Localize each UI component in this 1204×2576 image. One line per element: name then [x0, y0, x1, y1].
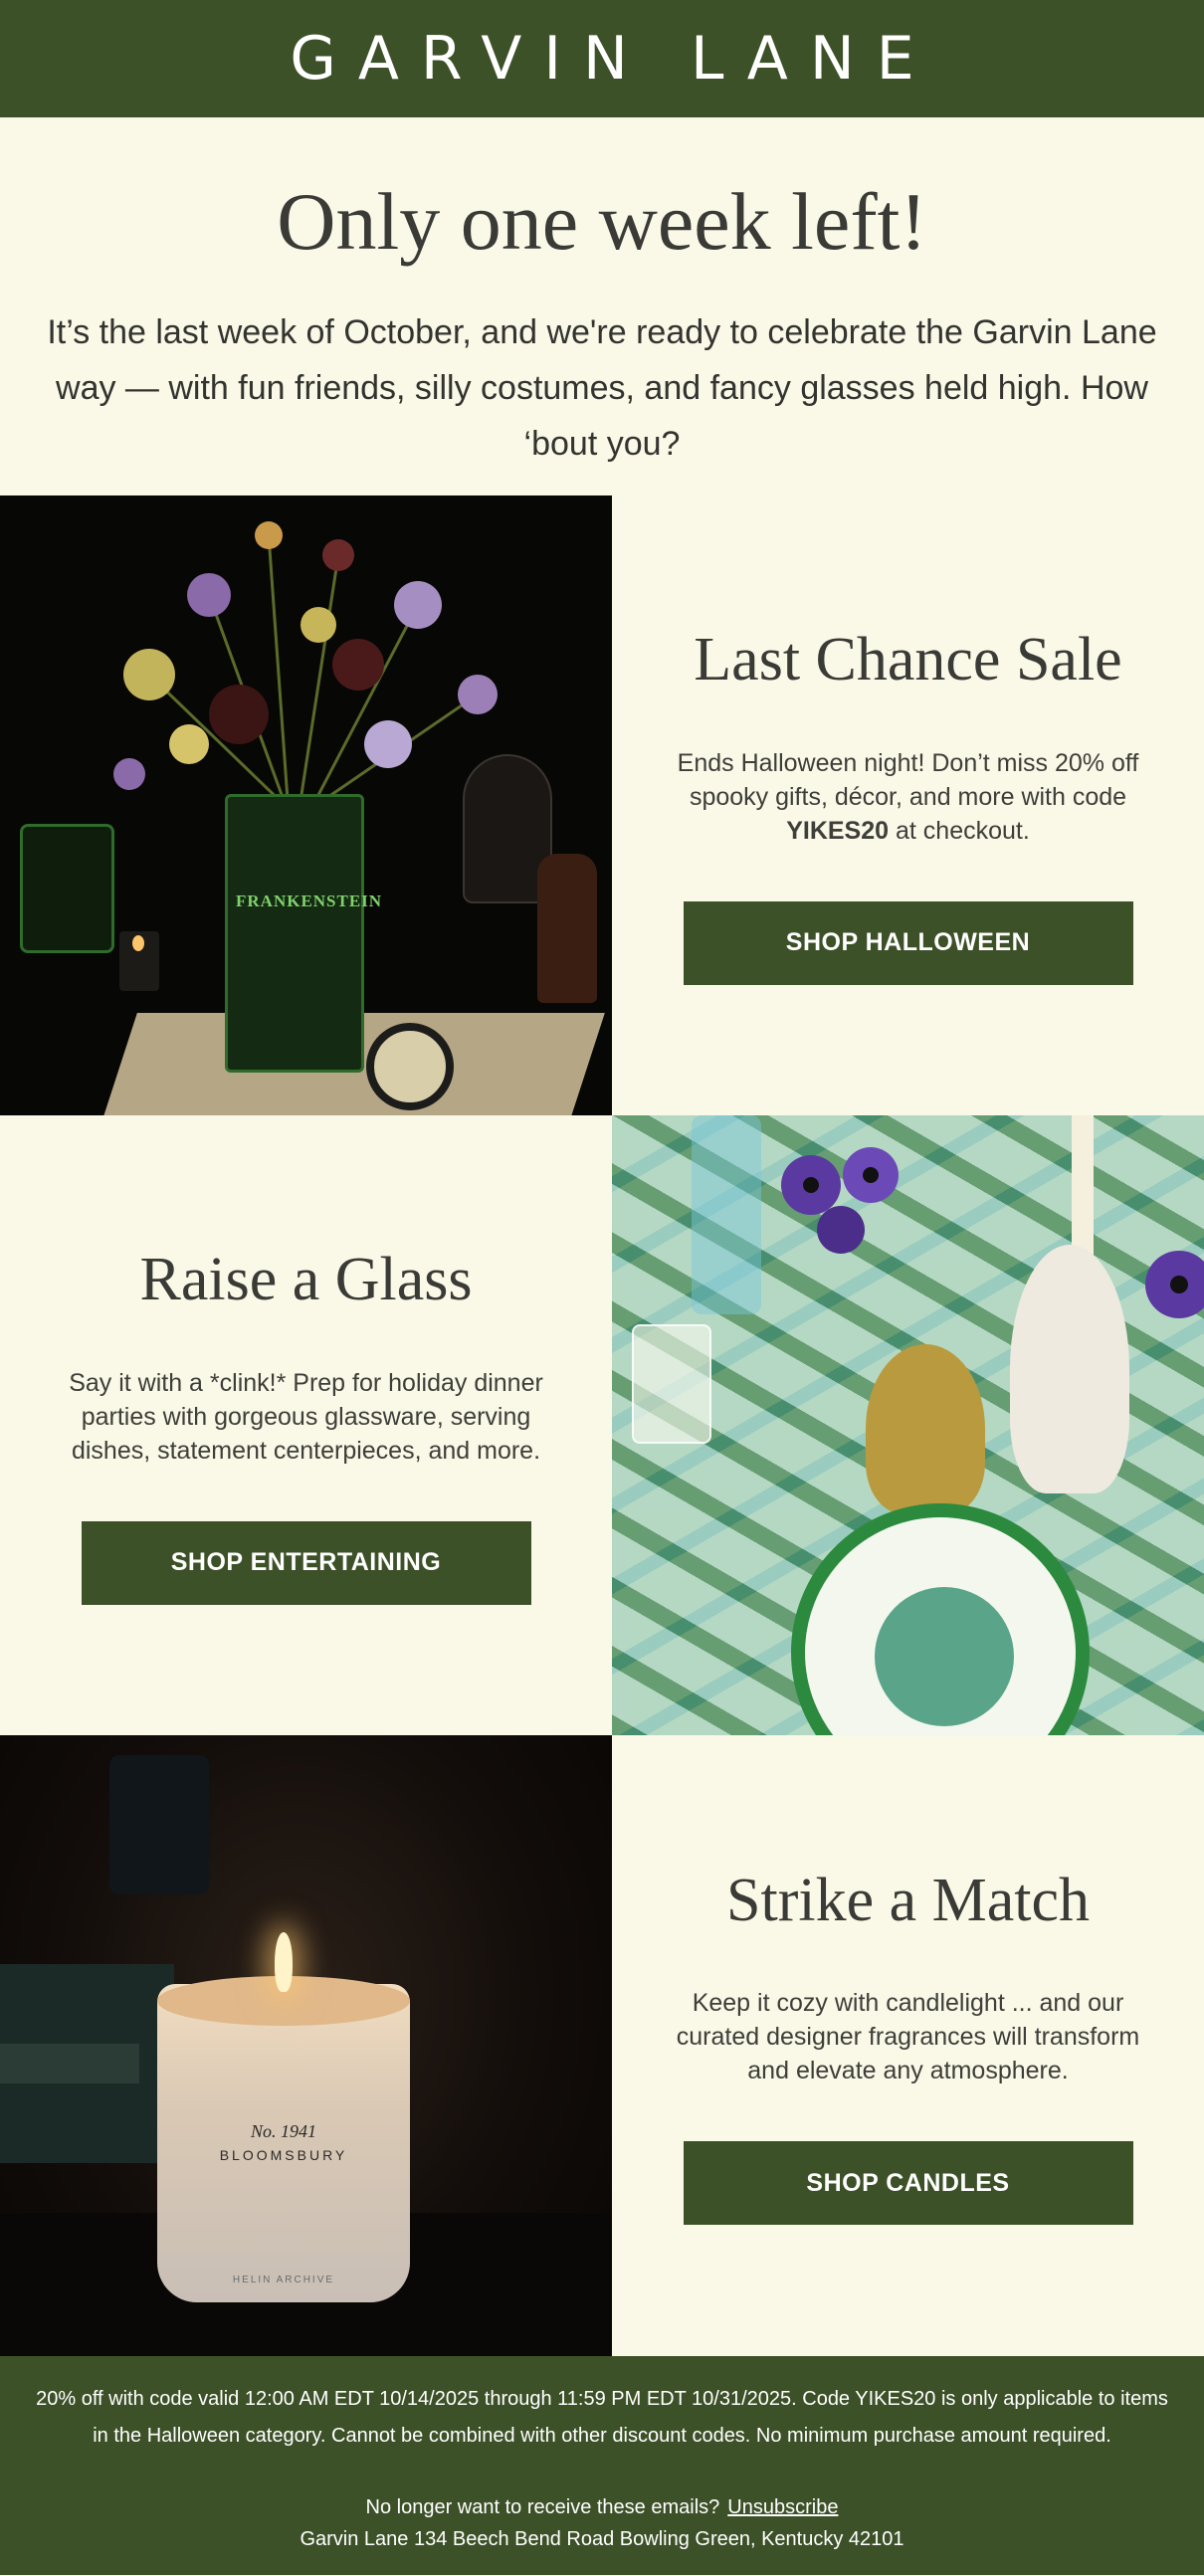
book-spine	[0, 2044, 139, 2083]
brand-logo[interactable]: GARVIN LANE	[268, 24, 935, 94]
email-header: GARVIN LANE	[0, 0, 1204, 117]
anemone-flower-icon	[1145, 1251, 1204, 1318]
white-bird-candleholder	[1010, 1245, 1129, 1493]
promo-code: YIKES20	[786, 816, 890, 845]
flower-bouquet-icon	[113, 521, 498, 814]
intro-section: Only one week left! It’s the last week o…	[0, 117, 1204, 495]
candle-jar	[157, 1984, 410, 2302]
table-setting-image[interactable]	[612, 1115, 1204, 1735]
candles-panel: Strike a Match Keep it cozy with candlel…	[612, 1735, 1204, 2356]
magnifying-glass-icon	[366, 1023, 454, 1110]
section-text: Ends Halloween night! Don’t miss 20% off…	[670, 746, 1147, 848]
candle-label-name: BLOOMSBURY	[219, 2147, 348, 2163]
section-candles: No. 1941 BLOOMSBURY HELIN ARCHIVE Strike…	[0, 1735, 1204, 2356]
shop-entertaining-button[interactable]: SHOP ENTERTAINING	[81, 1520, 531, 1605]
flame-icon	[132, 935, 144, 951]
gold-lion-figurine	[866, 1344, 985, 1513]
unsubscribe-link[interactable]: Unsubscribe	[727, 2496, 838, 2518]
section-text: Say it with a *clink!* Prep for holiday …	[69, 1368, 543, 1465]
promo-terms: 20% off with code valid 12:00 AM EDT 10/…	[36, 2388, 1168, 2447]
section-text-pre: Ends Halloween night! Don’t miss 20% off…	[677, 748, 1139, 811]
taper-candle	[1072, 1115, 1094, 1265]
candle-label-number: No. 1941	[250, 2121, 316, 2141]
section-text: Keep it cozy with candlelight ... and ou…	[676, 1989, 1140, 2085]
mailing-address: Garvin Lane 134 Beech Bend Road Bowling …	[300, 2528, 904, 2550]
unsubscribe-prompt: No longer want to receive these emails?	[365, 2496, 720, 2518]
section-text-post: at checkout.	[889, 816, 1030, 845]
frankenstein-still-life-image[interactable]: FRANKENSTEIN	[0, 495, 612, 1115]
section-title: Strike a Match	[725, 1866, 1090, 1934]
headline: Only one week left!	[277, 176, 927, 267]
shop-candles-button[interactable]: SHOP CANDLES	[683, 2141, 1133, 2226]
frankenstein-mug	[20, 824, 114, 953]
section-halloween: FRANKENSTEIN Last Chance Sale Ends Hallo…	[0, 495, 1204, 1115]
shop-halloween-button[interactable]: SHOP HALLOWEEN	[683, 900, 1133, 985]
section-entertaining: Raise a Glass Say it with a *clink!* Pre…	[0, 1115, 1204, 1735]
unsubscribe-line: No longer want to receive these emails? U…	[0, 2491, 1204, 2523]
blue-goblet	[692, 1115, 761, 1314]
glass-tumbler	[632, 1324, 711, 1444]
intro-text: It’s the last week of October, and we're…	[47, 313, 1157, 464]
candle-image[interactable]: No. 1941 BLOOMSBURY HELIN ARCHIVE	[0, 1735, 612, 2356]
section-title: Last Chance Sale	[694, 626, 1122, 694]
email-footer: 20% off with code valid 12:00 AM EDT 10/…	[0, 2356, 1204, 2575]
entertaining-panel: Raise a Glass Say it with a *clink!* Pre…	[0, 1115, 612, 1735]
amber-bottle	[537, 854, 597, 1003]
section-title: Raise a Glass	[139, 1246, 473, 1314]
candle-flame-icon	[275, 1932, 293, 1992]
frankenstein-vase: FRANKENSTEIN	[225, 794, 383, 1073]
anemone-flowers-icon	[781, 1147, 899, 1254]
candle-label-maker: HELIN ARCHIVE	[232, 2275, 335, 2285]
match-holder	[109, 1755, 209, 1894]
vase-label: FRANKENSTEIN	[236, 892, 383, 910]
halloween-panel: Last Chance Sale Ends Halloween night! D…	[612, 495, 1204, 1115]
